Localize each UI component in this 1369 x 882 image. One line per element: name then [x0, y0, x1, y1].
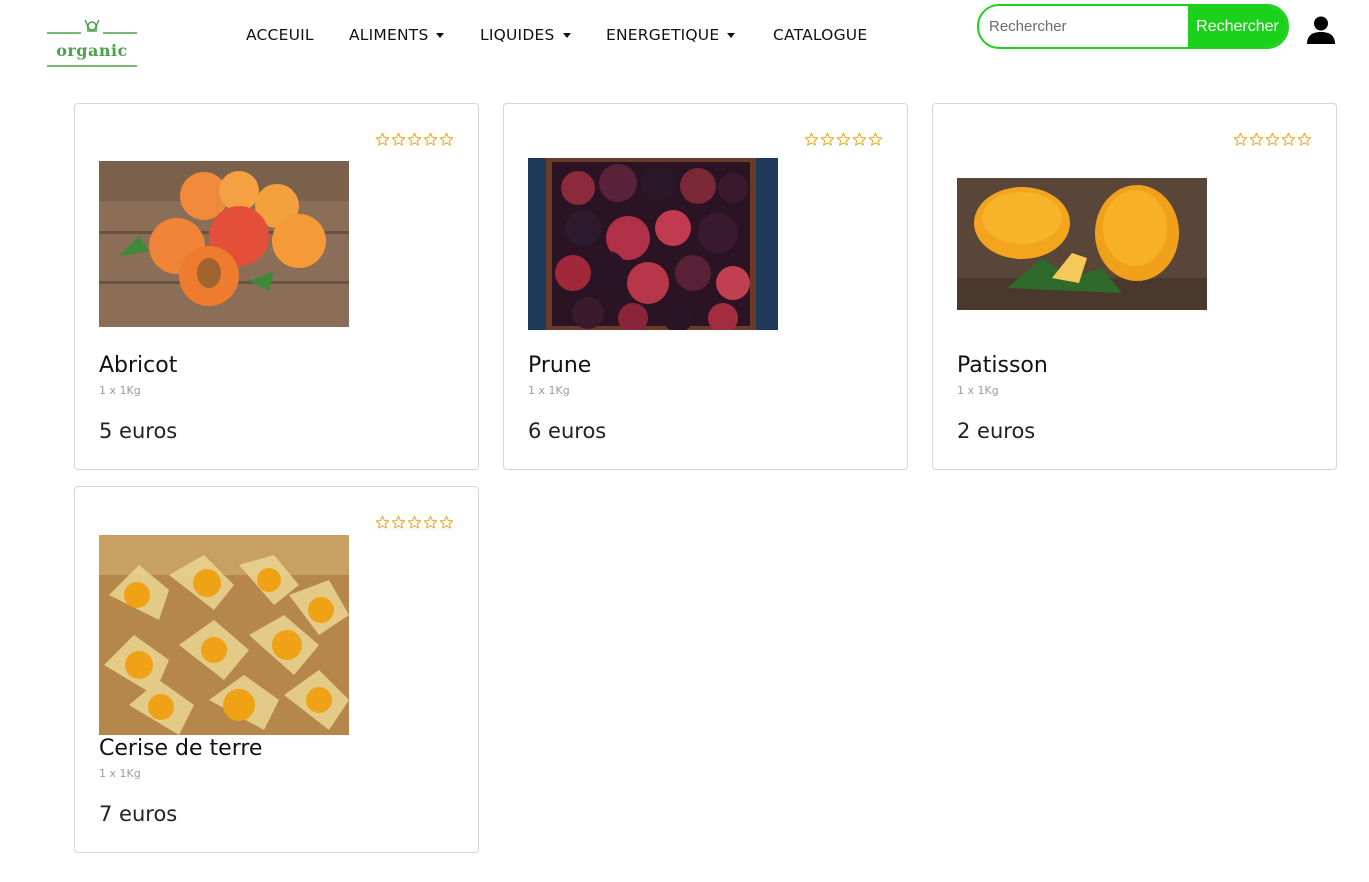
product-price: 5 euros: [99, 419, 178, 443]
product-price: 6 euros: [528, 419, 607, 443]
product-quantity: 1 x 1Kg: [99, 767, 141, 780]
nav-energetique-dropdown[interactable]: ENERGETIQUE: [606, 26, 736, 44]
nav-aliments-dropdown[interactable]: ALIMENTS: [349, 26, 445, 44]
product-card[interactable]: Abricot 1 x 1Kg 5 euros: [74, 103, 479, 470]
star-icon[interactable]: [423, 132, 438, 147]
star-icon[interactable]: [1249, 132, 1264, 147]
product-name[interactable]: Cerise de terre: [99, 736, 262, 761]
nav-label: LIQUIDES: [480, 26, 555, 44]
star-icon[interactable]: [1265, 132, 1280, 147]
product-quantity: 1 x 1Kg: [99, 384, 141, 397]
user-icon[interactable]: [1306, 16, 1336, 44]
plums-photo[interactable]: [528, 158, 778, 330]
star-icon[interactable]: [1281, 132, 1296, 147]
star-icon[interactable]: [407, 132, 422, 147]
product-price: 7 euros: [99, 802, 178, 826]
star-icon[interactable]: [375, 515, 390, 530]
star-icon[interactable]: [439, 515, 454, 530]
rating-stars[interactable]: [804, 132, 883, 147]
pattypan-squash-photo[interactable]: [957, 178, 1207, 310]
search-button[interactable]: Rechercher: [1188, 6, 1287, 47]
star-icon[interactable]: [423, 515, 438, 530]
nav-label: ALIMENTS: [349, 26, 429, 44]
logo[interactable]: organic: [45, 14, 139, 70]
star-icon[interactable]: [407, 515, 422, 530]
product-price: 2 euros: [957, 419, 1036, 443]
caret-down-icon: [436, 32, 445, 38]
product-card[interactable]: Patisson 1 x 1Kg 2 euros: [932, 103, 1337, 470]
product-card[interactable]: Prune 1 x 1Kg 6 euros: [503, 103, 908, 470]
star-icon[interactable]: [439, 132, 454, 147]
product-card[interactable]: Cerise de terre 1 x 1Kg 7 euros: [74, 486, 479, 853]
physalis-photo[interactable]: [99, 535, 349, 735]
star-icon[interactable]: [1297, 132, 1312, 147]
star-icon[interactable]: [391, 132, 406, 147]
star-icon[interactable]: [1233, 132, 1248, 147]
product-name[interactable]: Patisson: [957, 353, 1048, 378]
product-name[interactable]: Prune: [528, 353, 591, 378]
nav-label: ENERGETIQUE: [606, 26, 720, 44]
caret-down-icon: [562, 32, 571, 38]
search-input[interactable]: [979, 6, 1188, 47]
nav-label: CATALOGUE: [773, 26, 868, 44]
nav-liquides-dropdown[interactable]: LIQUIDES: [480, 26, 571, 44]
star-icon[interactable]: [868, 132, 883, 147]
star-icon[interactable]: [375, 132, 390, 147]
logo-text: organic: [56, 41, 128, 60]
search-form: Rechercher: [977, 4, 1289, 49]
product-name[interactable]: Abricot: [99, 353, 177, 378]
rating-stars[interactable]: [375, 132, 454, 147]
rating-stars[interactable]: [1233, 132, 1312, 147]
nav-catalogue[interactable]: CATALOGUE: [773, 26, 867, 44]
star-icon[interactable]: [391, 515, 406, 530]
rating-stars[interactable]: [375, 515, 454, 530]
star-icon[interactable]: [836, 132, 851, 147]
nav-acceuil[interactable]: ACCEUIL: [246, 26, 314, 44]
product-quantity: 1 x 1Kg: [528, 384, 570, 397]
star-icon[interactable]: [804, 132, 819, 147]
product-quantity: 1 x 1Kg: [957, 384, 999, 397]
apricots-photo[interactable]: [99, 161, 349, 327]
star-icon[interactable]: [820, 132, 835, 147]
caret-down-icon: [727, 32, 736, 38]
star-icon[interactable]: [852, 132, 867, 147]
nav-label: ACCEUIL: [246, 26, 314, 44]
